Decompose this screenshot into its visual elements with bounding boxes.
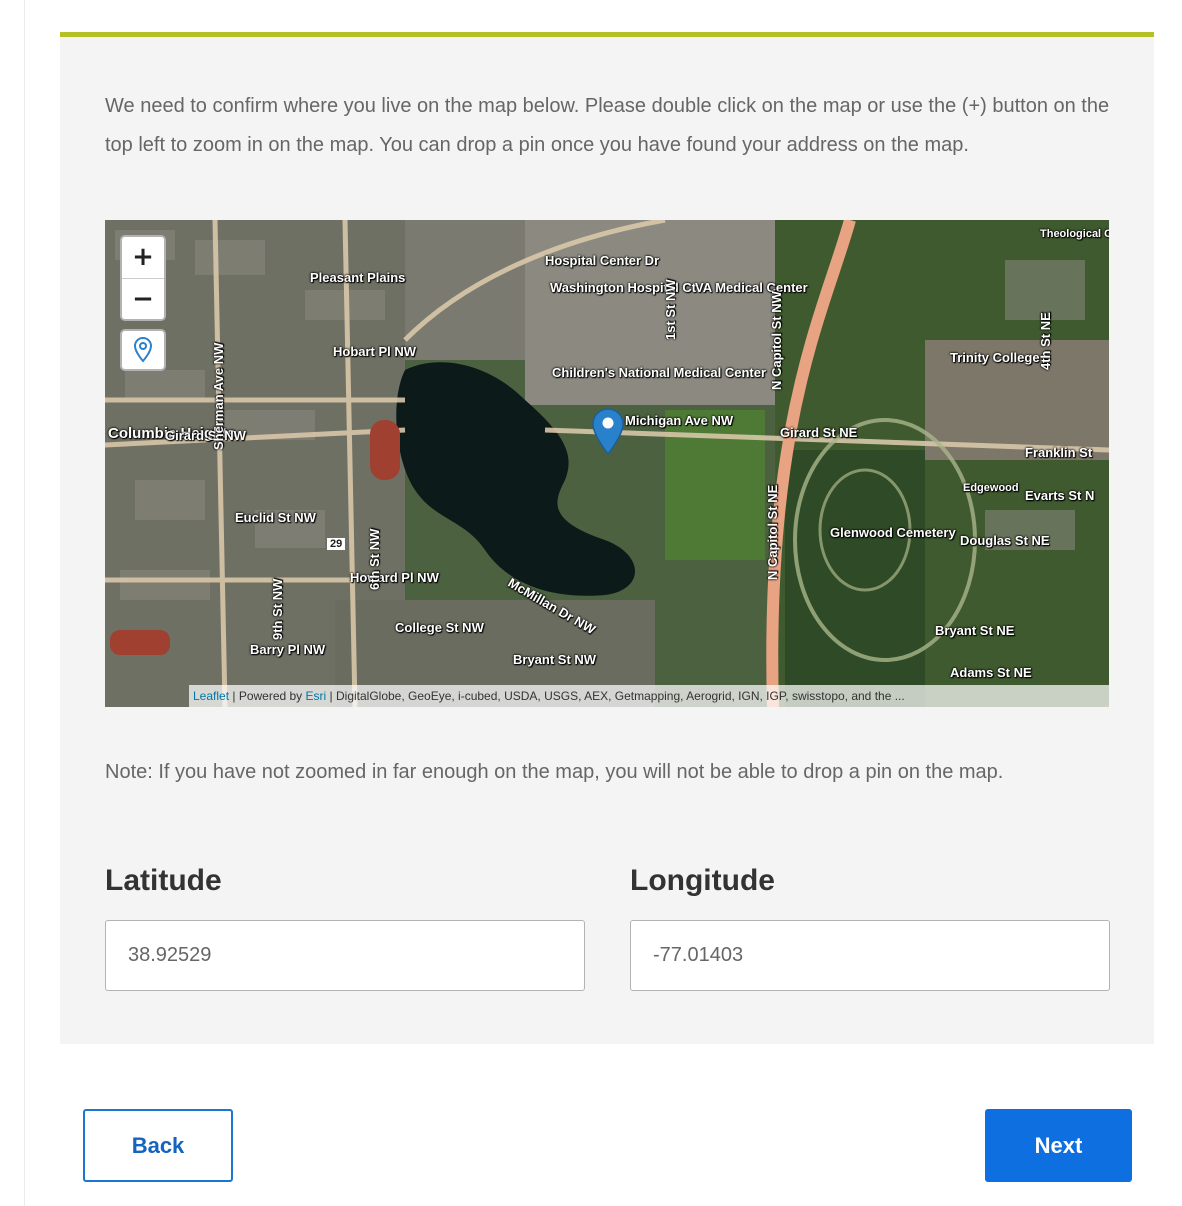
- map-label: Barry Pl NW: [250, 642, 326, 657]
- map-label: 6th St NW: [367, 528, 382, 590]
- zoom-note: Note: If you have not zoomed in far enou…: [105, 761, 1004, 783]
- zoom-out-button[interactable]: −: [122, 278, 164, 319]
- map-label: 9th St NW: [270, 578, 285, 640]
- location-marker[interactable]: [591, 407, 625, 462]
- map-label: College St NW: [395, 620, 484, 635]
- attribution-text: | Powered by: [229, 689, 306, 703]
- back-button[interactable]: Back: [83, 1109, 233, 1182]
- map-label: Michigan Ave NW: [625, 413, 734, 428]
- map-label: VA Medical Center: [695, 280, 808, 295]
- map-label: Howard Pl NW: [350, 570, 439, 585]
- zoom-in-button[interactable]: +: [122, 237, 164, 278]
- map-label: Hospital Center Dr: [545, 253, 660, 268]
- map-label: N Capitol St NW: [769, 291, 784, 390]
- map-label: Girard St NE: [780, 425, 858, 440]
- esri-link[interactable]: Esri: [306, 689, 327, 703]
- attribution-sources: | DigitalGlobe, GeoEye, i-cubed, USDA, U…: [326, 689, 905, 703]
- map-label: Trinity College: [950, 350, 1040, 365]
- map-label: Douglas St NE: [960, 533, 1050, 548]
- map-label: Evarts St N: [1025, 488, 1095, 503]
- map-label: 1st St NW: [663, 279, 678, 340]
- map-label: Hobart Pl NW: [333, 344, 417, 359]
- latitude-input[interactable]: [105, 920, 585, 991]
- map-label: Bryant St NW: [513, 652, 597, 667]
- map-label: Glenwood Cemetery: [830, 525, 956, 540]
- map-instructions: We need to confirm where you live on the…: [105, 95, 1110, 156]
- drop-pin-button[interactable]: [120, 329, 166, 371]
- route-shield: 29: [327, 538, 346, 550]
- map-label: Bryant St NE: [935, 623, 1015, 638]
- map-label: N Capitol St NE: [765, 484, 780, 580]
- map-label: Pleasant Plains: [310, 270, 406, 285]
- map-label: Theological College: [1040, 228, 1109, 240]
- satellite-map[interactable]: Hospital Center Dr Washington Hospital C…: [105, 220, 1109, 707]
- map-label: Children's National Medical Center: [552, 365, 767, 380]
- next-button[interactable]: Next: [985, 1109, 1132, 1182]
- map-label: Edgewood: [963, 482, 1019, 494]
- map-attribution: Leaflet | Powered by Esri | DigitalGlobe…: [189, 685, 1109, 707]
- leaflet-link[interactable]: Leaflet: [193, 689, 229, 703]
- map-label: 4th St NE: [1038, 312, 1053, 370]
- map-marker-icon: [592, 408, 624, 456]
- map-label: Franklin St: [1025, 445, 1093, 460]
- map-label: Sherman Ave NW: [211, 342, 226, 450]
- map-pin-icon: [133, 336, 153, 363]
- latitude-label: Latitude: [105, 864, 222, 897]
- zoom-control: + −: [120, 235, 166, 321]
- map-label: Adams St NE: [950, 665, 1032, 680]
- longitude-label: Longitude: [630, 864, 775, 897]
- location-panel: We need to confirm where you live on the…: [60, 32, 1154, 1044]
- longitude-input[interactable]: [630, 920, 1110, 991]
- map-label: Girard St NW: [165, 428, 246, 443]
- map-label: Euclid St NW: [235, 510, 316, 525]
